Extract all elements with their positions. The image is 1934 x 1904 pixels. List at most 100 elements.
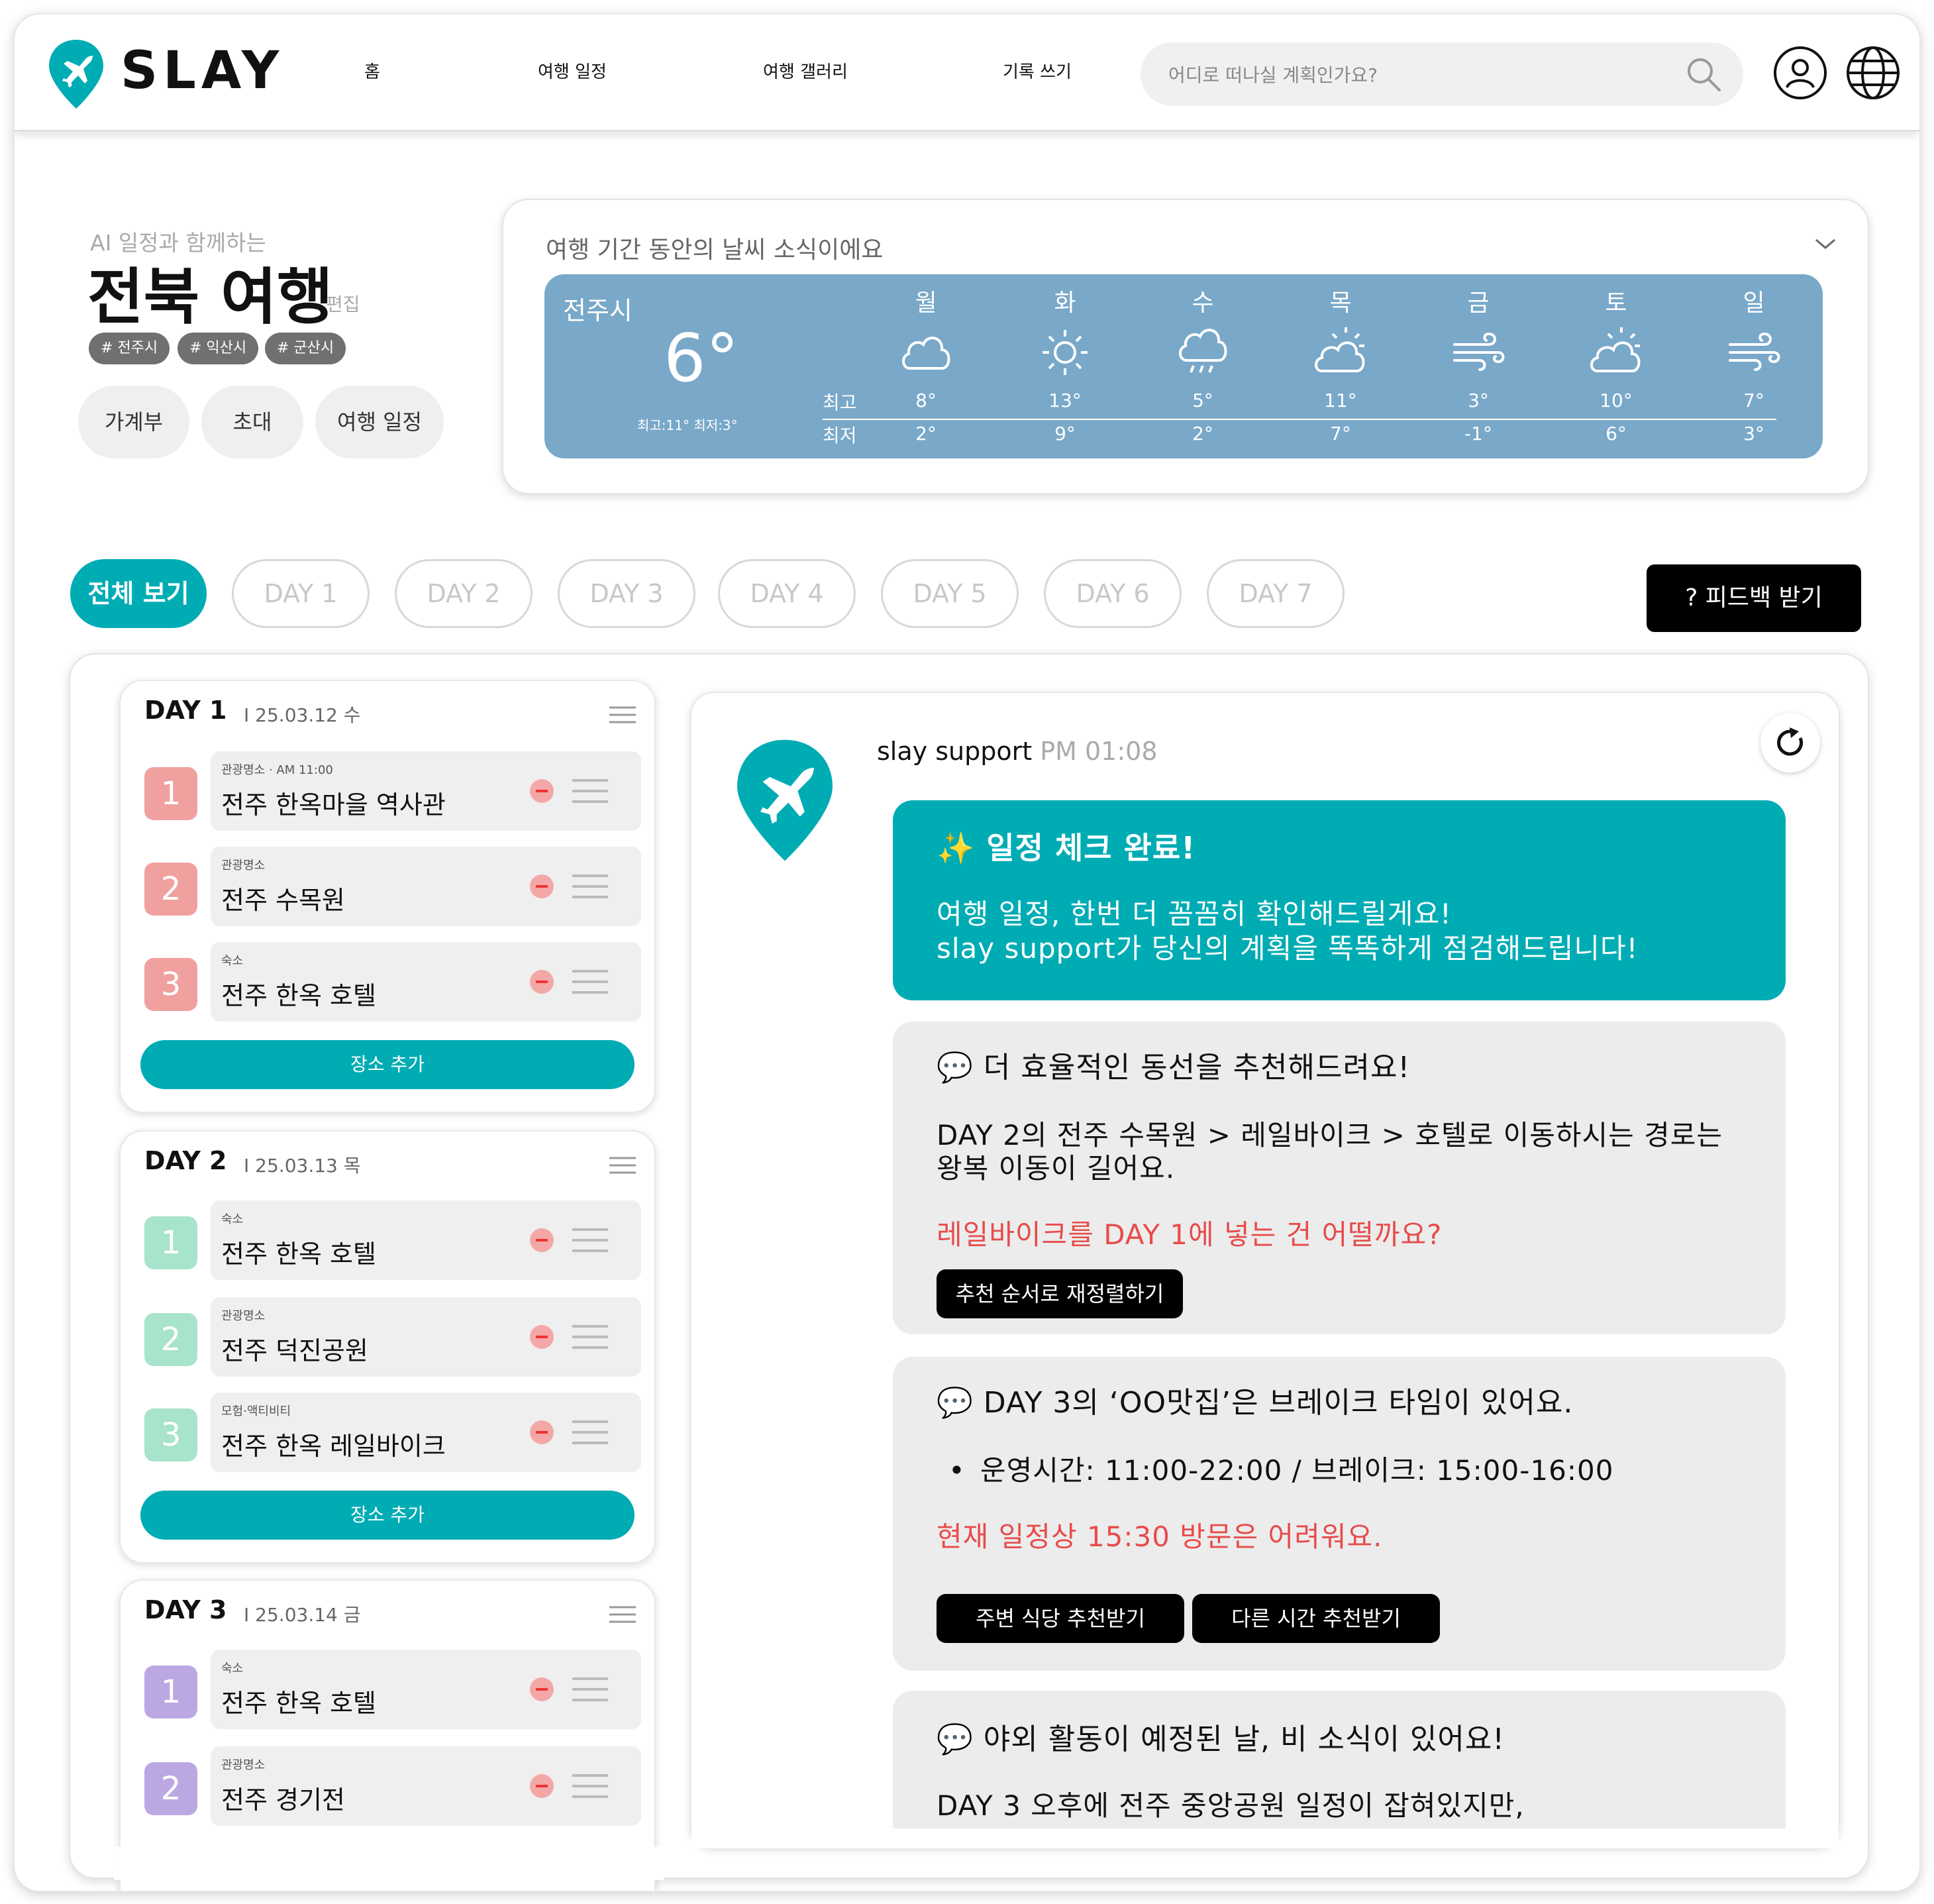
menu-icon[interactable] xyxy=(609,1605,636,1624)
drag-handle-icon[interactable] xyxy=(572,1676,608,1703)
day-date: I 25.03.14 금 xyxy=(244,1604,361,1626)
item-category: 관광명소 xyxy=(221,859,266,873)
chevron-down-icon[interactable] xyxy=(1812,236,1839,252)
list-item[interactable]: 2 관광명소 전주 수목원 xyxy=(144,847,641,926)
sun-icon xyxy=(1043,330,1088,375)
partly-cloudy-icon xyxy=(1315,327,1365,372)
refresh-button[interactable] xyxy=(1760,713,1820,772)
message-time: PM 01:08 xyxy=(1040,737,1158,766)
itinerary-button[interactable]: 여행 일정 xyxy=(315,386,444,458)
item-box: 숙소 전주 한옥 호텔 xyxy=(211,942,641,1022)
weather-low: 2° xyxy=(915,423,937,445)
low-label: 최저 xyxy=(823,425,857,447)
nav-schedule[interactable]: 여행 일정 xyxy=(538,58,607,83)
drag-handle-icon[interactable] xyxy=(572,778,608,804)
weather-day-label: 수 xyxy=(1192,290,1214,317)
weather-low: 3° xyxy=(1743,423,1764,445)
list-item[interactable]: 2 관광명소 전주 덕진공원 xyxy=(144,1297,641,1377)
check-title: ✨ 일정 체크 완료! xyxy=(937,830,1196,866)
item-category: 모험·액티비티 xyxy=(221,1404,291,1418)
nav-home[interactable]: 홈 xyxy=(364,58,380,83)
route-title: 💬 더 효율적인 동선을 추천해드려요! xyxy=(937,1051,1411,1084)
tag-iksan[interactable]: # 익산시 xyxy=(178,333,259,364)
menu-icon[interactable] xyxy=(609,705,636,725)
tab-day4[interactable]: DAY 4 xyxy=(718,559,856,628)
reorder-button[interactable]: 추천 순서로 재정렬하기 xyxy=(937,1269,1183,1318)
day-card-1: DAY 1 I 25.03.12 수 1 관광명소 · AM 11:00 전주 … xyxy=(119,680,656,1113)
drag-handle-icon[interactable] xyxy=(572,1227,608,1253)
item-name: 전주 한옥 호텔 xyxy=(221,1689,376,1718)
remove-icon[interactable] xyxy=(530,1774,554,1798)
drag-handle-icon[interactable] xyxy=(572,1324,608,1350)
item-number: 2 xyxy=(144,863,197,916)
day-title: DAY 2 xyxy=(144,1146,227,1175)
weather-divider xyxy=(823,419,1776,420)
drag-handle-icon[interactable] xyxy=(572,1419,608,1446)
menu-icon[interactable] xyxy=(609,1155,636,1175)
list-item[interactable]: 2 관광명소 전주 경기전 xyxy=(144,1746,641,1826)
item-category: 관광명소 · AM 11:00 xyxy=(221,763,333,777)
tab-day5[interactable]: DAY 5 xyxy=(881,559,1019,628)
day-date: I 25.03.13 목 xyxy=(244,1155,361,1177)
drag-handle-icon[interactable] xyxy=(572,969,608,995)
day-card-2: DAY 2 I 25.03.13 목 1 숙소 전주 한옥 호텔 2 관광명소 … xyxy=(119,1130,656,1563)
remove-icon[interactable] xyxy=(530,1228,554,1252)
tab-day1[interactable]: DAY 1 xyxy=(232,559,370,628)
tab-day6[interactable]: DAY 6 xyxy=(1044,559,1182,628)
day-date: I 25.03.12 수 xyxy=(244,704,361,726)
remove-icon[interactable] xyxy=(530,1677,554,1701)
weather-city: 전주시 xyxy=(563,296,633,325)
tab-day3[interactable]: DAY 3 xyxy=(558,559,695,628)
brand-logo[interactable]: SLAY xyxy=(121,41,284,101)
add-place-button[interactable]: 장소 추가 xyxy=(140,1040,635,1089)
list-item[interactable]: 1 관광명소 · AM 11:00 전주 한옥마을 역사관 xyxy=(144,751,641,831)
weather-high: 13° xyxy=(1048,390,1082,411)
tag-gunsan[interactable]: # 군산시 xyxy=(265,333,346,364)
nav-write[interactable]: 기록 쓰기 xyxy=(1003,58,1072,83)
add-place-button[interactable]: 장소 추가 xyxy=(140,1491,635,1540)
item-name: 전주 한옥 호텔 xyxy=(221,1240,376,1269)
item-category: 관광명소 xyxy=(221,1309,266,1323)
item-number: 1 xyxy=(144,1666,197,1719)
drag-handle-icon[interactable] xyxy=(572,1773,608,1799)
remove-icon[interactable] xyxy=(530,779,554,803)
globe-icon[interactable] xyxy=(1845,45,1901,101)
list-item[interactable]: 1 숙소 전주 한옥 호텔 xyxy=(144,1650,641,1729)
nav-gallery[interactable]: 여행 갤러리 xyxy=(763,58,848,83)
break-hours: 운영시간: 11:00-22:00 / 브레이크: 15:00-16:00 xyxy=(980,1454,1614,1487)
feedback-button[interactable]: ? 피드백 받기 xyxy=(1647,564,1861,632)
item-name: 전주 한옥 호텔 xyxy=(221,981,376,1010)
list-item[interactable]: 1 숙소 전주 한옥 호텔 xyxy=(144,1200,641,1280)
other-time-button[interactable]: 다른 시간 추천받기 xyxy=(1192,1594,1440,1643)
list-item[interactable]: 3 모험·액티비티 전주 한옥 레일바이크 xyxy=(144,1393,641,1472)
nearby-restaurant-button[interactable]: 주변 식당 추천받기 xyxy=(937,1594,1184,1643)
user-icon[interactable] xyxy=(1772,45,1828,101)
tab-day7[interactable]: DAY 7 xyxy=(1207,559,1345,628)
tag-jeonju[interactable]: # 전주시 xyxy=(89,333,170,364)
remove-icon[interactable] xyxy=(530,874,554,898)
edit-link[interactable]: 편집 xyxy=(326,290,360,317)
item-number: 1 xyxy=(144,767,197,820)
invite-button[interactable]: 초대 xyxy=(201,386,303,458)
route-message: 💬 더 효율적인 동선을 추천해드려요! DAY 2의 전주 수목원 > 레일바… xyxy=(893,1022,1786,1334)
remove-icon[interactable] xyxy=(530,970,554,994)
item-category: 숙소 xyxy=(221,1662,244,1675)
list-item[interactable]: 3 숙소 전주 한옥 호텔 xyxy=(144,942,641,1022)
weather-low: 6° xyxy=(1605,423,1627,445)
drag-handle-icon[interactable] xyxy=(572,873,608,900)
break-title: 💬 DAY 3의 ‘OO맛집’은 브레이크 타임이 있어요. xyxy=(937,1386,1574,1420)
search-icon[interactable] xyxy=(1684,54,1723,94)
remove-icon[interactable] xyxy=(530,1325,554,1349)
rain-cloud-icon xyxy=(1179,329,1227,373)
day-title: DAY 1 xyxy=(144,696,227,725)
weather-day-label: 화 xyxy=(1054,290,1076,317)
list-fade xyxy=(114,1847,664,1880)
remove-icon[interactable] xyxy=(530,1420,554,1444)
partly-cloudy-icon xyxy=(1590,327,1641,372)
item-name: 전주 한옥마을 역사관 xyxy=(221,790,446,820)
search-input[interactable] xyxy=(1168,58,1672,91)
weather-day-label: 금 xyxy=(1467,290,1490,317)
tab-day2[interactable]: DAY 2 xyxy=(395,559,533,628)
budget-button[interactable]: 가계부 xyxy=(78,386,189,458)
tab-all[interactable]: 전체 보기 xyxy=(70,559,207,628)
